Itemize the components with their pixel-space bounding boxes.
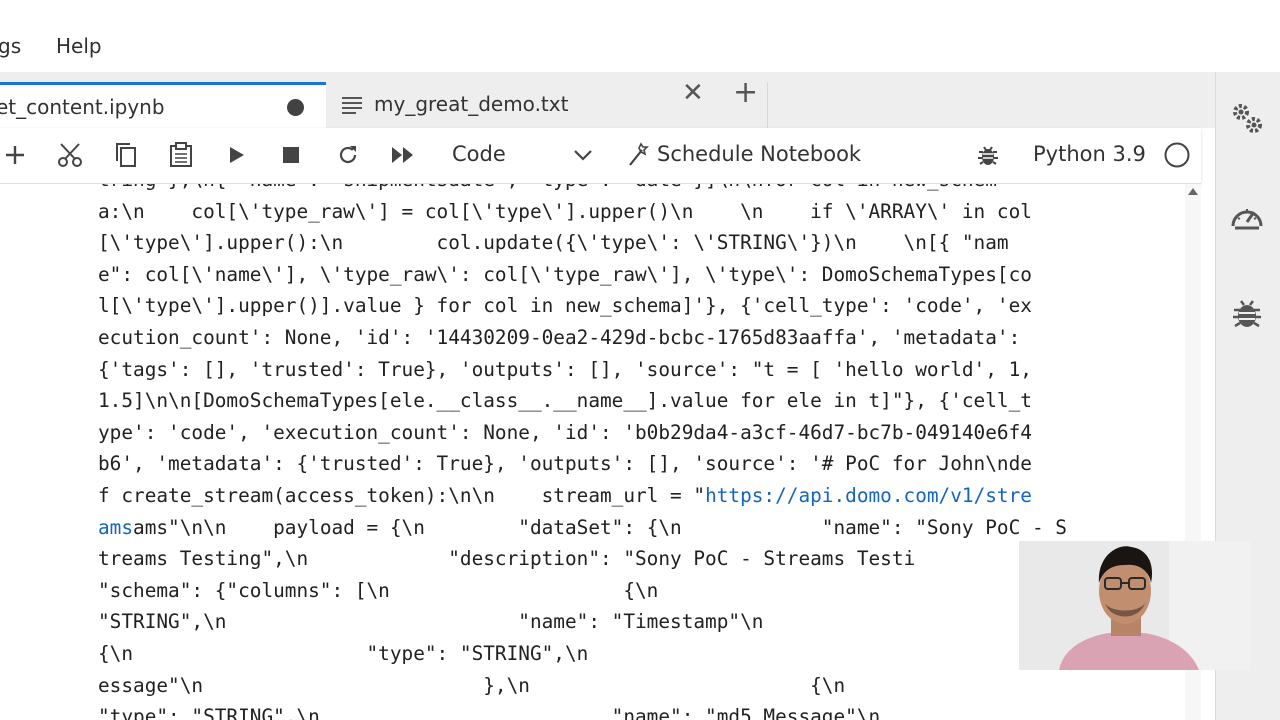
code-line: {'tags': [], 'trusted': True}, 'outputs'… bbox=[98, 357, 1032, 381]
code-line-with-link: amsams"\n\n payload = {\n "dataSet": {\n… bbox=[98, 512, 1067, 544]
debugger-icon[interactable] bbox=[1229, 296, 1265, 332]
code-line: [\'type\'].upper():\n col.update({\'type… bbox=[98, 231, 1009, 255]
tab-notebook-label: et_content.ipynb bbox=[0, 95, 165, 119]
presenter-webcam-video bbox=[1019, 541, 1250, 670]
cut-icon[interactable] bbox=[55, 140, 85, 170]
api-url-link[interactable]: https://api.domo.com/v1/stre bbox=[705, 484, 1032, 507]
close-tab-icon[interactable]: ✕ bbox=[682, 80, 704, 106]
plus-icon[interactable] bbox=[0, 140, 30, 170]
cell-type-select[interactable]: Code bbox=[452, 142, 506, 166]
code-line: "STRING",\n "name": "Timestamp"\n bbox=[98, 610, 764, 634]
fast-forward-icon[interactable] bbox=[388, 140, 418, 170]
code-line: l[\'type\'].upper()].value } for col in … bbox=[98, 294, 1032, 318]
stop-icon[interactable] bbox=[276, 140, 306, 170]
code-text: f create_stream(access_token):\n\n strea… bbox=[98, 483, 706, 507]
code-line: "type": "STRING",\n "name": "md5 Message… bbox=[98, 705, 881, 720]
kernel-name[interactable]: Python 3.9 bbox=[1033, 142, 1146, 166]
notebook-toolbar: Code Schedule Notebook Python 3.9 bbox=[0, 128, 1201, 184]
scroll-up-arrow-icon[interactable] bbox=[1188, 188, 1198, 195]
code-line: ype': 'code', 'execution_count': None, '… bbox=[98, 420, 1032, 444]
property-inspector-icon[interactable] bbox=[1229, 100, 1265, 136]
unsaved-dot-icon[interactable] bbox=[287, 99, 304, 116]
menu-settings[interactable]: gs bbox=[0, 34, 21, 58]
code-line: ecution_count': None, 'id': '14430209-0e… bbox=[98, 325, 1021, 349]
code-line: b6', 'metadata': {'trusted': True}, 'out… bbox=[98, 452, 1032, 476]
menu-help[interactable]: Help bbox=[56, 34, 102, 58]
code-line-with-link: f create_stream(access_token):\n\n strea… bbox=[98, 480, 1067, 512]
run-icon[interactable] bbox=[222, 140, 252, 170]
chevron-down-icon[interactable] bbox=[568, 140, 598, 170]
code-text: ams"\n\n payload = {\n "dataSet": {\n "n… bbox=[133, 515, 1067, 539]
text-file-icon bbox=[342, 97, 362, 114]
menu-bar: gs Help bbox=[0, 0, 1280, 73]
code-line: "schema": {"columns": [\n {\n bbox=[98, 578, 659, 602]
text-editor[interactable]: tring'},\n{ "name": "shipmentsdate", 'ty… bbox=[0, 184, 1185, 720]
code-line: tring'},\n{ "name": "shipmentsdate", 'ty… bbox=[98, 184, 1067, 196]
tab-text-file-label: my_great_demo.txt bbox=[374, 92, 569, 116]
code-lines: tring'},\n{ "name": "shipmentsdate", 'ty… bbox=[98, 184, 1067, 720]
debug-icon[interactable] bbox=[973, 140, 1003, 170]
code-line: a:\n col[\'type_raw\'] = col[\'type\'].u… bbox=[98, 199, 1032, 223]
code-line: e": col[\'name\'], \'type_raw\': col[\'t… bbox=[98, 262, 1032, 286]
tab-notebook[interactable]: et_content.ipynb bbox=[0, 82, 326, 128]
copy-icon[interactable] bbox=[111, 140, 141, 170]
paste-icon[interactable] bbox=[166, 140, 196, 170]
restart-icon[interactable] bbox=[333, 140, 363, 170]
presenter-image bbox=[1019, 541, 1250, 670]
schedule-icon[interactable] bbox=[624, 140, 654, 170]
code-line: 1.5]\n\n[DomoSchemaTypes[ele.__class__._… bbox=[98, 389, 1032, 413]
new-tab-plus-icon[interactable]: + bbox=[733, 78, 758, 108]
schedule-notebook-button[interactable]: Schedule Notebook bbox=[657, 142, 861, 166]
kernel-status-icon bbox=[1162, 140, 1192, 170]
tab-bar: et_content.ipynb my_great_demo.txt ✕ + bbox=[0, 72, 1215, 128]
code-line: essage"\n },\n {\n bbox=[98, 673, 846, 697]
running-icon[interactable] bbox=[1229, 200, 1265, 236]
code-line: {\n "type": "STRING",\n bbox=[98, 641, 589, 665]
api-url-link-continued[interactable]: ams bbox=[98, 516, 133, 539]
code-line: treams Testing",\n "description": "Sony … bbox=[98, 547, 916, 571]
